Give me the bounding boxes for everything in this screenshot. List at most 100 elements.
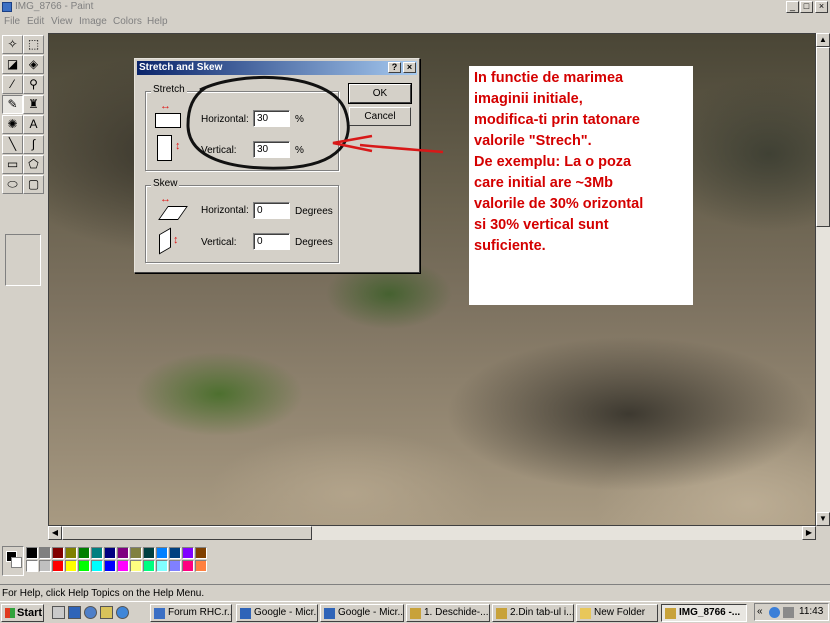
- palette-swatch[interactable]: [26, 547, 38, 559]
- palette-swatch[interactable]: [182, 547, 194, 559]
- palette-swatch[interactable]: [65, 560, 77, 572]
- taskbar-task[interactable]: Google - Micr...: [320, 604, 404, 622]
- palette-swatch[interactable]: [78, 547, 90, 559]
- palette-swatch[interactable]: [78, 560, 90, 572]
- palette-swatch[interactable]: [156, 547, 168, 559]
- pick-color-icon[interactable]: ⁄: [2, 75, 23, 94]
- menu-help[interactable]: Help: [147, 16, 168, 27]
- palette-swatch[interactable]: [39, 560, 51, 572]
- dialog-close-button[interactable]: ×: [403, 62, 416, 73]
- tray-expand-icon[interactable]: «: [757, 606, 763, 617]
- palette-swatch[interactable]: [169, 560, 181, 572]
- status-bar: For Help, click Help Topics on the Help …: [0, 584, 830, 601]
- quicklaunch-word-icon[interactable]: [68, 606, 81, 619]
- task-app-icon: [240, 608, 251, 619]
- line-icon[interactable]: ╲: [2, 135, 23, 154]
- task-app-icon: [154, 608, 165, 619]
- palette-swatch[interactable]: [156, 560, 168, 572]
- skew-vertical-input[interactable]: [253, 233, 290, 250]
- maximize-button[interactable]: □: [800, 1, 813, 13]
- quicklaunch-messenger-icon[interactable]: [84, 606, 97, 619]
- palette-swatch[interactable]: [52, 560, 64, 572]
- eraser-icon[interactable]: ◪: [2, 55, 23, 74]
- palette-swatch[interactable]: [195, 547, 207, 559]
- stretch-skew-dialog: Stretch and Skew ? × Stretch ↔ ↕ Horizon…: [134, 58, 420, 273]
- palette-swatch[interactable]: [182, 560, 194, 572]
- palette-swatch[interactable]: [130, 560, 142, 572]
- tool-options-box[interactable]: [5, 234, 41, 286]
- taskbar-task[interactable]: New Folder: [576, 604, 658, 622]
- taskbar-task[interactable]: Forum RHC.r...: [150, 604, 232, 622]
- cancel-button[interactable]: Cancel: [349, 107, 411, 126]
- annotation-text: In functie de marimea imaginii initiale,…: [474, 70, 644, 254]
- scroll-left-button[interactable]: ◀: [48, 526, 62, 540]
- close-button[interactable]: ×: [815, 1, 828, 13]
- ellipse-icon[interactable]: ⬭: [2, 175, 23, 194]
- palette-swatch[interactable]: [39, 547, 51, 559]
- quicklaunch-ie-icon[interactable]: [116, 606, 129, 619]
- curve-icon[interactable]: ∫: [23, 135, 44, 154]
- palette-swatch[interactable]: [169, 547, 181, 559]
- start-button[interactable]: Start: [1, 604, 44, 622]
- ok-button[interactable]: OK: [348, 83, 412, 104]
- dialog-title: Stretch and Skew: [139, 62, 223, 73]
- menu-image[interactable]: Image: [79, 16, 107, 27]
- taskbar-task[interactable]: Google - Micr...: [236, 604, 318, 622]
- rounded-rectangle-icon[interactable]: ▢: [23, 175, 44, 194]
- brush-icon[interactable]: ♜: [23, 95, 44, 114]
- palette-swatch[interactable]: [52, 547, 64, 559]
- scroll-down-button[interactable]: ▼: [816, 512, 830, 526]
- palette-swatch[interactable]: [117, 547, 129, 559]
- palette-swatch[interactable]: [91, 547, 103, 559]
- dialog-help-button[interactable]: ?: [388, 62, 401, 73]
- palette-swatch[interactable]: [143, 560, 155, 572]
- palette-swatch[interactable]: [130, 547, 142, 559]
- tray-network-icon[interactable]: [769, 607, 780, 618]
- horizontal-scroll-thumb[interactable]: [62, 526, 312, 540]
- menu-colors[interactable]: Colors: [113, 16, 142, 27]
- tool-box: ✧ ⬚ ◪ ◈ ⁄ ⚲ ✎ ♜ ✺ A ╲ ∫ ▭ ⬠ ⬭ ▢: [0, 32, 46, 540]
- quicklaunch-desktop-icon[interactable]: [52, 606, 65, 619]
- task-label: 1. Deschide-...: [424, 607, 489, 618]
- quicklaunch-outlook-icon[interactable]: [100, 606, 113, 619]
- magnifier-icon[interactable]: ⚲: [23, 75, 44, 94]
- scroll-right-button[interactable]: ▶: [802, 526, 816, 540]
- pencil-icon[interactable]: ✎: [2, 95, 23, 114]
- select-icon[interactable]: ⬚: [23, 35, 44, 54]
- taskbar-task[interactable]: IMG_8766 -...: [661, 604, 747, 622]
- task-app-icon: [496, 608, 507, 619]
- palette-swatch[interactable]: [143, 547, 155, 559]
- scroll-up-button[interactable]: ▲: [816, 33, 830, 47]
- horizontal-scrollbar[interactable]: ◀ ▶: [48, 526, 816, 540]
- menu-file[interactable]: File: [4, 16, 20, 27]
- menu-edit[interactable]: Edit: [27, 16, 44, 27]
- menu-view[interactable]: View: [51, 16, 73, 27]
- rectangle-icon[interactable]: ▭: [2, 155, 23, 174]
- palette-swatch[interactable]: [195, 560, 207, 572]
- vertical-scroll-thumb[interactable]: [816, 47, 830, 227]
- airbrush-icon[interactable]: ✺: [2, 115, 23, 134]
- stretch-horizontal-input[interactable]: [253, 110, 290, 127]
- taskbar-task[interactable]: 1. Deschide-...: [406, 604, 490, 622]
- palette-swatch[interactable]: [117, 560, 129, 572]
- palette-swatch[interactable]: [104, 547, 116, 559]
- skew-horizontal-input[interactable]: [253, 202, 290, 219]
- status-text: For Help, click Help Topics on the Help …: [2, 588, 205, 599]
- palette-swatch[interactable]: [65, 547, 77, 559]
- minimize-button[interactable]: _: [786, 1, 799, 13]
- palette-swatch[interactable]: [104, 560, 116, 572]
- palette-swatch[interactable]: [26, 560, 38, 572]
- current-colors[interactable]: [2, 546, 24, 576]
- palette-swatch[interactable]: [91, 560, 103, 572]
- free-form-select-icon[interactable]: ✧: [2, 35, 23, 54]
- text-icon[interactable]: A: [23, 115, 44, 134]
- taskbar-task[interactable]: 2.Din tab-ul i...: [492, 604, 574, 622]
- task-label: Google - Micr...: [254, 607, 318, 618]
- tray-volume-icon[interactable]: [783, 607, 794, 618]
- polygon-icon[interactable]: ⬠: [23, 155, 44, 174]
- dialog-title-bar: Stretch and Skew ? ×: [137, 61, 417, 75]
- vertical-scrollbar[interactable]: ▲ ▼: [816, 33, 830, 526]
- stretch-vertical-input[interactable]: [253, 141, 290, 158]
- skew-horizontal-arrows-icon: ↔: [160, 193, 171, 205]
- fill-icon[interactable]: ◈: [23, 55, 44, 74]
